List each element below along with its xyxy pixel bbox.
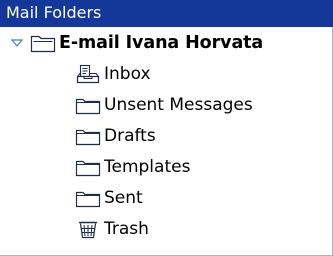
tree-item-sent[interactable]: Sent [74,183,143,213]
tree-item-unsent-messages[interactable]: Unsent Messages [74,90,253,120]
tree-item-trash[interactable]: Trash [74,214,149,244]
folder-tree: E-mail Ivana Horvata Inbox Unsent Messag… [0,27,333,256]
tree-item-templates[interactable]: Templates [74,152,190,182]
inbox-icon [74,63,102,85]
folder-label: Sent [104,188,143,208]
mail-folders-panel: Mail Folders E-mail Ivana Horvata Inbox … [0,0,333,256]
folder-icon [74,125,102,147]
folder-label: Drafts [104,126,156,146]
expand-toggle-icon[interactable] [10,36,24,50]
folder-label: Trash [104,219,149,239]
account-name: E-mail Ivana Horvata [59,33,264,53]
folder-label: Inbox [104,64,151,84]
panel-title: Mail Folders [0,0,333,27]
folder-label: Templates [104,157,191,177]
tree-item-account[interactable]: E-mail Ivana Horvata [10,28,263,58]
tree-item-drafts[interactable]: Drafts [74,121,156,151]
folder-icon [74,187,102,209]
tree-item-inbox[interactable]: Inbox [74,59,151,89]
folder-icon [74,156,102,178]
folder-icon [74,94,102,116]
account-folder-icon [29,32,57,54]
folder-label: Unsent Messages [104,95,253,115]
trash-icon [74,218,102,240]
